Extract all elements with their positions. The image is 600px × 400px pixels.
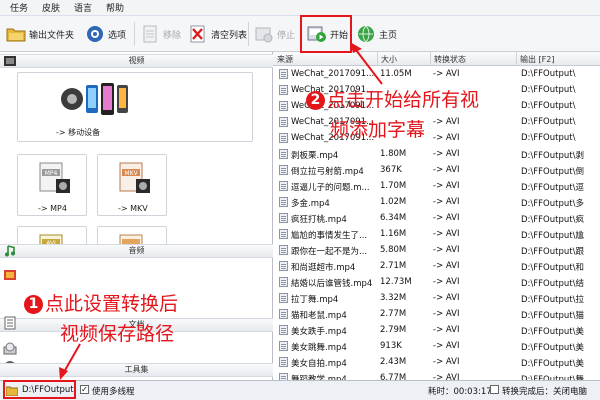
step1-annotation-line2: 视频保存路径 (60, 322, 174, 346)
format-factory-window: 任务 皮肤 语言 帮助 输出文件夹 选项 移除 清空列表 停止 开始 主页 视频… (0, 0, 600, 400)
step2-line1: 点击开始给所有视 (327, 89, 480, 111)
step2-annotation-line2: 频添加字幕 (330, 118, 425, 142)
step2-line2: 频添加字幕 (330, 119, 426, 141)
step1-number: 1 (24, 295, 43, 314)
step1-line2: 视频保存路径 (60, 323, 175, 345)
step1-annotation: 1 点此设置转换后 (24, 292, 178, 316)
step2-number: 2 (306, 91, 325, 110)
step1-line1: 点此设置转换后 (45, 293, 179, 315)
step2-annotation: 2 点击开始给所有视 (306, 88, 479, 112)
